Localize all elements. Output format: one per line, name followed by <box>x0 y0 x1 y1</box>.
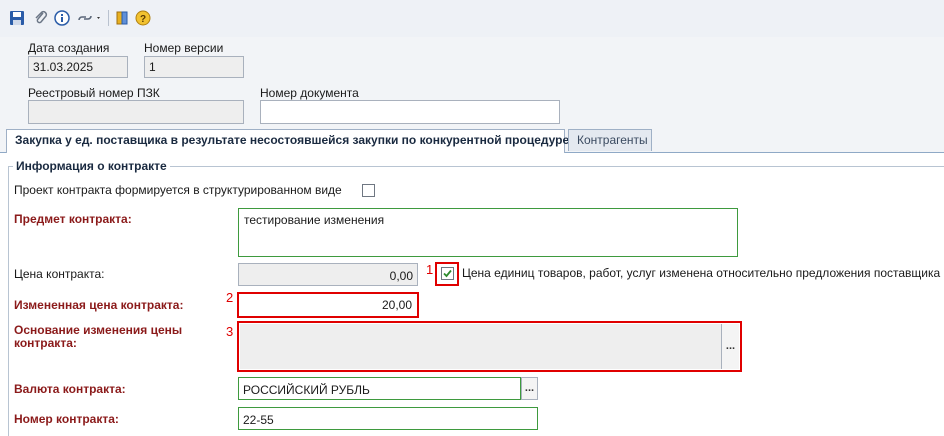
price-label: Цена контракта: <box>14 267 105 281</box>
currency-label: Валюта контракта: <box>14 382 126 396</box>
structured-checkbox[interactable] <box>362 184 375 197</box>
subject-textarea[interactable]: тестирование изменения <box>238 208 738 257</box>
link-dropdown-icon[interactable] <box>76 9 104 27</box>
version-label: Номер версии <box>144 41 224 55</box>
help-icon[interactable]: ? <box>134 9 152 27</box>
currency-select-button[interactable]: ... <box>521 377 538 400</box>
svg-text:?: ? <box>140 14 146 25</box>
reason-label: Основание изменения цены контракта: <box>14 323 183 350</box>
subject-label: Предмет контракта: <box>14 212 132 226</box>
checkmark-icon <box>443 269 452 278</box>
contract-info-group-title: Информация о контракте <box>13 159 170 173</box>
annotation-mark-2: 2 <box>226 290 234 305</box>
annotation-mark-3: 3 <box>226 324 234 339</box>
registry-number-field <box>28 100 244 124</box>
toolbar: ? <box>0 0 944 38</box>
version-field: 1 <box>144 56 244 78</box>
contract-number-input[interactable]: 22-55 <box>238 407 538 430</box>
contract-number-label: Номер контракта: <box>14 412 119 426</box>
tab-counterparties[interactable]: Контрагенты <box>568 129 652 151</box>
document-number-label: Номер документа <box>260 86 359 100</box>
unit-price-changed-label: Цена единиц товаров, работ, услуг измене… <box>462 266 941 280</box>
price-field: 0,00 <box>238 263 418 286</box>
changed-price-label: Измененная цена контракта: <box>14 298 184 312</box>
structured-label: Проект контракта формируется в структури… <box>14 183 342 197</box>
created-date-label: Дата создания <box>28 41 110 55</box>
tab-bar: Закупка у ед. поставщика в результате не… <box>0 127 944 153</box>
currency-field[interactable]: РОССИЙСКИЙ РУБЛЬ <box>238 377 521 400</box>
reason-select-button[interactable]: ... <box>721 324 739 369</box>
document-number-input[interactable] <box>260 100 560 124</box>
tab-single-supplier[interactable]: Закупка у ед. поставщика в результате не… <box>6 129 569 153</box>
unit-price-changed-checkbox[interactable] <box>441 267 454 280</box>
save-icon[interactable] <box>8 9 26 27</box>
document-header: Дата создания 31.03.2025 Номер версии 1 … <box>0 37 944 127</box>
registry-number-label: Реестровый номер ПЗК <box>28 86 160 100</box>
group-border-left <box>8 166 9 436</box>
attach-icon[interactable] <box>32 9 50 27</box>
info-icon[interactable] <box>53 9 71 27</box>
created-date-field: 31.03.2025 <box>28 56 128 78</box>
exit-icon[interactable] <box>113 9 131 27</box>
changed-price-input[interactable]: 20,00 <box>240 295 416 315</box>
reason-field[interactable] <box>240 324 721 369</box>
toolbar-separator <box>108 10 109 26</box>
annotation-mark-1: 1 <box>426 262 434 277</box>
